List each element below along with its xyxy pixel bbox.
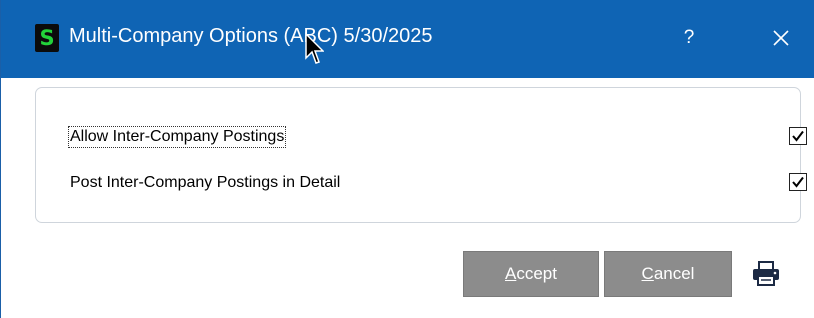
checkmark-icon (792, 176, 804, 188)
post-in-detail-checkbox[interactable] (789, 173, 807, 191)
accept-button[interactable]: Accept (463, 251, 599, 297)
option-label: Allow Inter-Company Postings (67, 126, 287, 148)
help-button[interactable]: ? (669, 20, 709, 56)
checkmark-icon (792, 130, 804, 142)
printer-icon (753, 261, 779, 286)
allow-inter-company-postings-checkbox[interactable] (789, 127, 807, 145)
print-button[interactable] (750, 260, 782, 288)
option-label: Post Inter-Company Postings in Detail (70, 174, 341, 191)
option-allow-inter-company-postings[interactable]: Allow Inter-Company Postings (67, 125, 807, 149)
accept-label-rest: ccept (516, 264, 557, 283)
cancel-mnemonic: C (641, 264, 654, 283)
close-icon (773, 30, 789, 46)
option-post-inter-company-postings-in-detail[interactable]: Post Inter-Company Postings in Detail (70, 171, 807, 195)
cancel-label-rest: ancel (653, 264, 695, 283)
close-button[interactable] (761, 20, 801, 56)
window-title: Multi-Company Options (ABC) 5/30/2025 (69, 25, 433, 47)
mouse-cursor-icon (305, 32, 324, 64)
cancel-button[interactable]: Cancel (604, 251, 732, 297)
app-icon: S (35, 24, 59, 52)
options-panel: Allow Inter-Company Postings Post Inter-… (35, 87, 807, 223)
accept-mnemonic: A (505, 264, 517, 283)
multi-company-options-window: S Multi-Company Options (ABC) 5/30/2025 … (0, 0, 814, 318)
title-bar[interactable]: S Multi-Company Options (ABC) 5/30/2025 … (1, 0, 814, 78)
